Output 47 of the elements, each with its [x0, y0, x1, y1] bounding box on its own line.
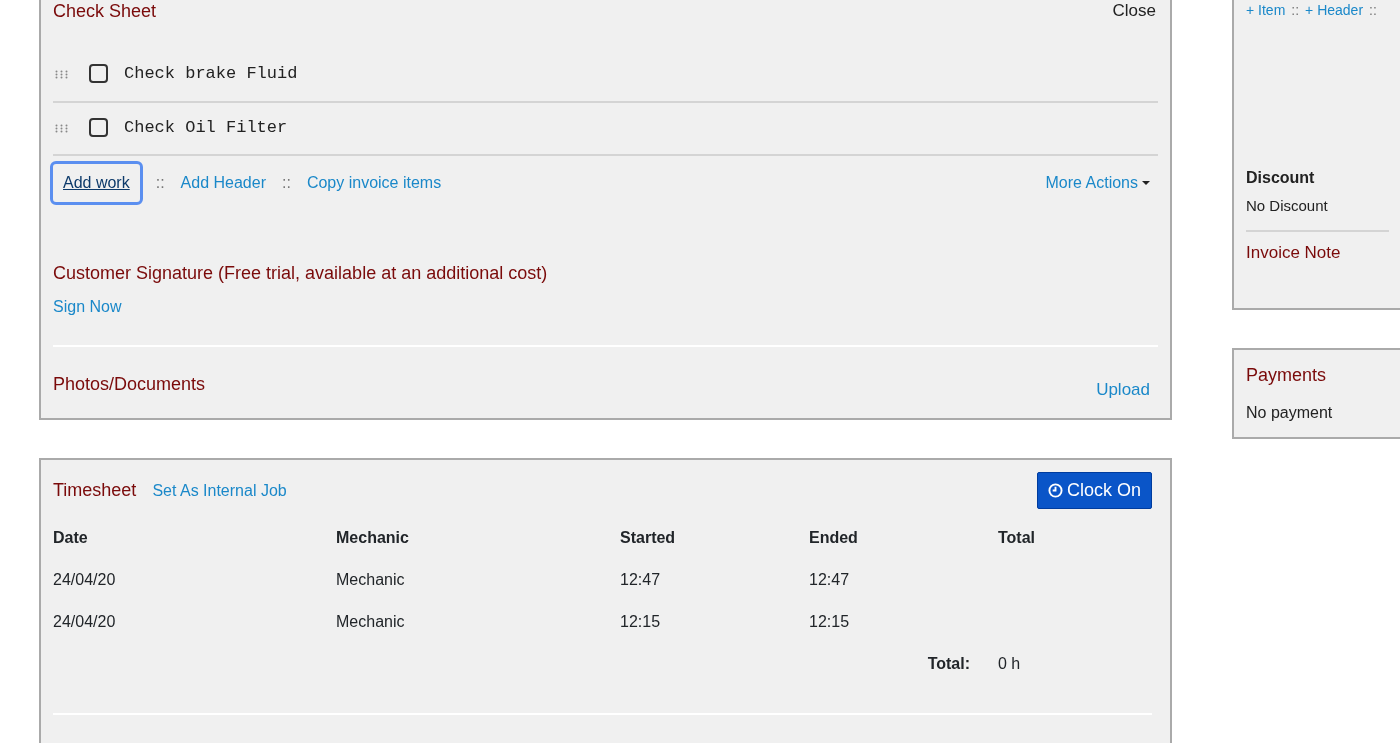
- clock-icon: [1047, 483, 1063, 498]
- add-link[interactable]: + Item: [1246, 0, 1286, 21]
- more-actions-dropdown[interactable]: More Actions: [1045, 171, 1150, 195]
- close-link[interactable]: Close: [1112, 0, 1156, 25]
- drag-handle-icon[interactable]: [55, 70, 68, 79]
- table-cell: 24/04/20: [53, 559, 336, 601]
- total-label: Total:: [809, 643, 998, 685]
- section-title: Check Sheet: [53, 0, 157, 23]
- separator: ::: [1291, 1, 1300, 20]
- clock-on-button[interactable]: Clock On: [1036, 472, 1152, 509]
- internal-job-link[interactable]: Set As Internal Job: [152, 478, 287, 503]
- section-title: Invoice Note: [1246, 241, 1342, 264]
- table-cell: 12:47: [620, 559, 809, 601]
- column-header: Started: [620, 517, 809, 559]
- section-title: Timesheet: [53, 479, 137, 502]
- section-title: Payments: [1246, 364, 1328, 387]
- column-header: Total: [998, 517, 1053, 559]
- discount-value: No Discount: [1246, 196, 1329, 216]
- table-cell: Mechanic: [336, 559, 620, 601]
- column-header: Ended: [809, 517, 998, 559]
- payment-status: No payment: [1246, 403, 1334, 423]
- separator: ::: [1369, 1, 1377, 20]
- separator: ::: [282, 173, 291, 193]
- table-cell: 12:47: [809, 559, 998, 601]
- checkbox[interactable]: [89, 64, 108, 84]
- table-cell: 12:15: [809, 601, 998, 643]
- upload-link[interactable]: Upload: [1096, 376, 1150, 402]
- action-link[interactable]: Add work: [53, 164, 140, 202]
- column-header: Date: [53, 517, 336, 559]
- caret-icon: [1142, 180, 1150, 186]
- table-cell: 12:15: [620, 601, 809, 643]
- check-item-label: Check Oil Filter: [124, 116, 288, 139]
- checkbox[interactable]: [89, 117, 108, 137]
- discount-label: Discount: [1246, 168, 1316, 188]
- action-link[interactable]: Add Header: [180, 171, 266, 195]
- total-value: 0 h: [998, 643, 1053, 685]
- drag-handle-icon[interactable]: [55, 123, 68, 133]
- separator: ::: [155, 173, 165, 193]
- check-item-label: Check brake Fluid: [124, 63, 298, 85]
- sign-now-link[interactable]: Sign Now: [53, 298, 122, 315]
- add-link[interactable]: + Header: [1305, 0, 1364, 21]
- section-title: Photos/Documents: [53, 373, 206, 396]
- table-cell: Mechanic: [336, 601, 620, 643]
- action-link[interactable]: Copy invoice items: [306, 171, 442, 195]
- section-title: Customer Signature (Free trial, available at an additional cost): [53, 262, 549, 285]
- column-header: Mechanic: [336, 517, 620, 559]
- table-cell: 24/04/20: [53, 601, 336, 643]
